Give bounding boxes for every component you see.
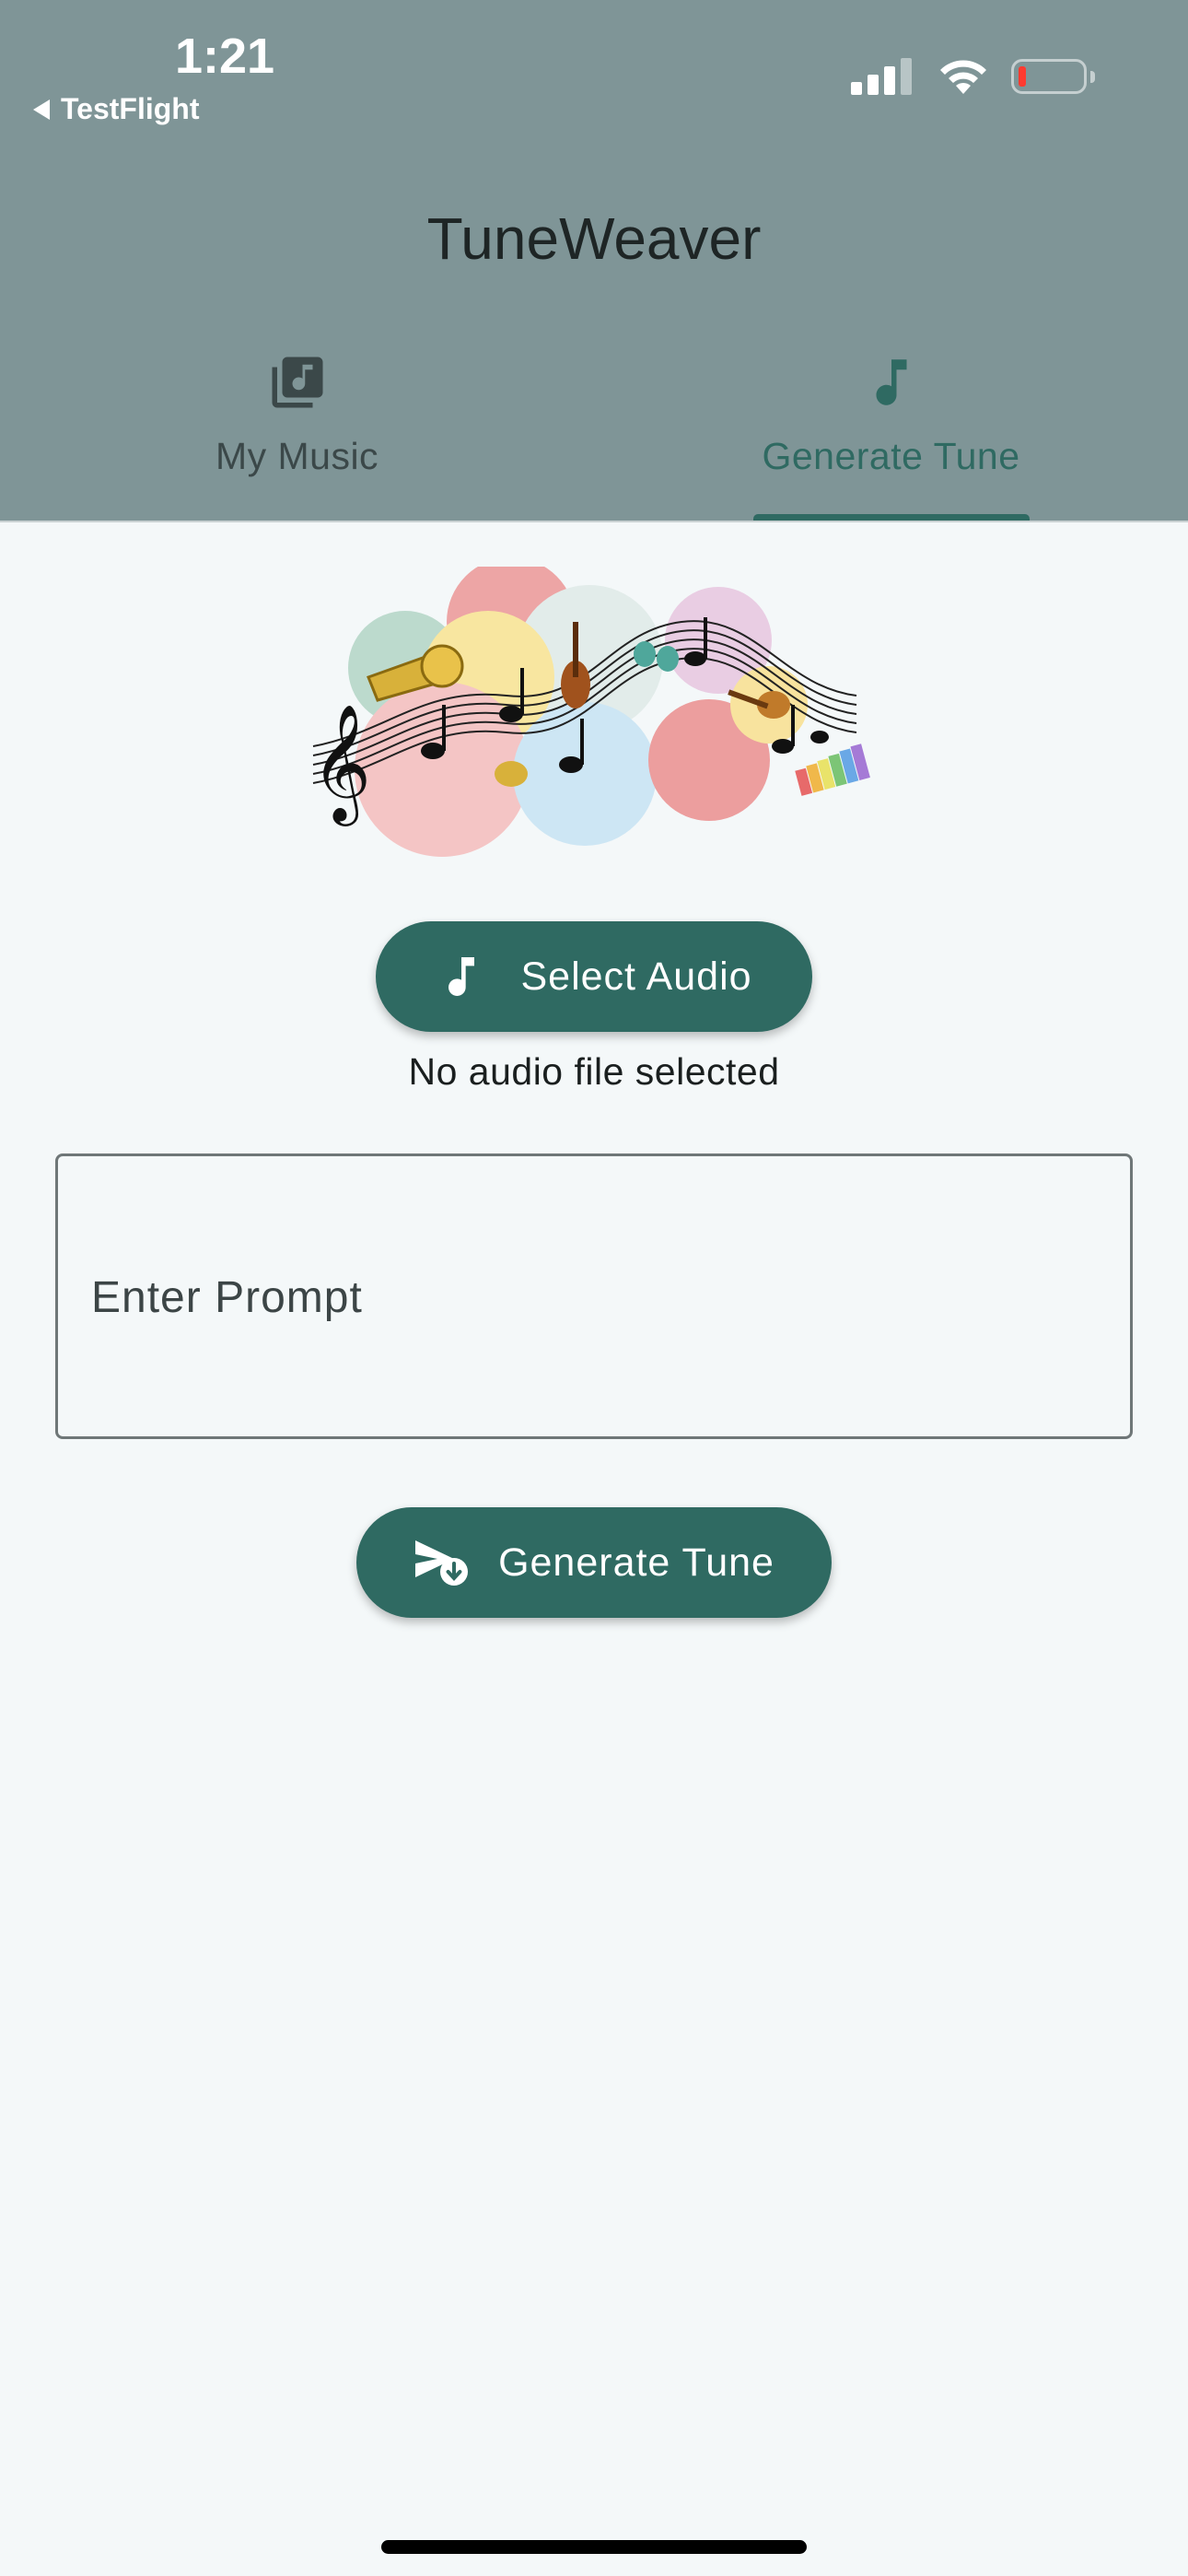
select-audio-button[interactable]: Select Audio <box>376 921 812 1032</box>
wifi-icon <box>940 60 986 94</box>
back-to-app-button[interactable]: TestFlight <box>33 92 200 126</box>
music-note-icon <box>448 957 475 996</box>
battery-icon <box>1011 59 1095 94</box>
prompt-input[interactable] <box>89 1156 1097 1438</box>
tab-divider <box>0 521 1188 522</box>
home-indicator <box>381 2540 807 2554</box>
status-icons <box>851 57 1095 96</box>
tab-generate-tune[interactable]: Generate Tune <box>594 350 1188 521</box>
tab-my-music[interactable]: My Music <box>0 350 594 521</box>
generate-tune-label: Generate Tune <box>498 1540 775 1585</box>
music-instruments-banner: 𝄞 <box>311 567 870 857</box>
cellular-signal-icon <box>851 58 912 95</box>
app-title: TuneWeaver <box>426 205 762 272</box>
app-bar: 1:21 TestFlight TuneWeaver My Music Gene… <box>0 0 1188 522</box>
send-download-icon <box>415 1540 469 1586</box>
select-audio-label: Select Audio <box>520 954 752 999</box>
svg-text:𝄞: 𝄞 <box>311 703 371 826</box>
back-app-label: TestFlight <box>61 92 200 125</box>
file-status-text: No audio file selected <box>408 1050 780 1093</box>
back-arrow-icon <box>33 99 50 120</box>
music-note-icon <box>876 359 906 405</box>
tab-my-music-label: My Music <box>215 435 379 477</box>
status-time: 1:21 <box>175 29 275 84</box>
tab-generate-tune-label: Generate Tune <box>762 435 1020 477</box>
library-music-icon <box>272 357 322 408</box>
prompt-field[interactable] <box>55 1153 1133 1439</box>
generate-tune-button[interactable]: Generate Tune <box>356 1507 832 1618</box>
